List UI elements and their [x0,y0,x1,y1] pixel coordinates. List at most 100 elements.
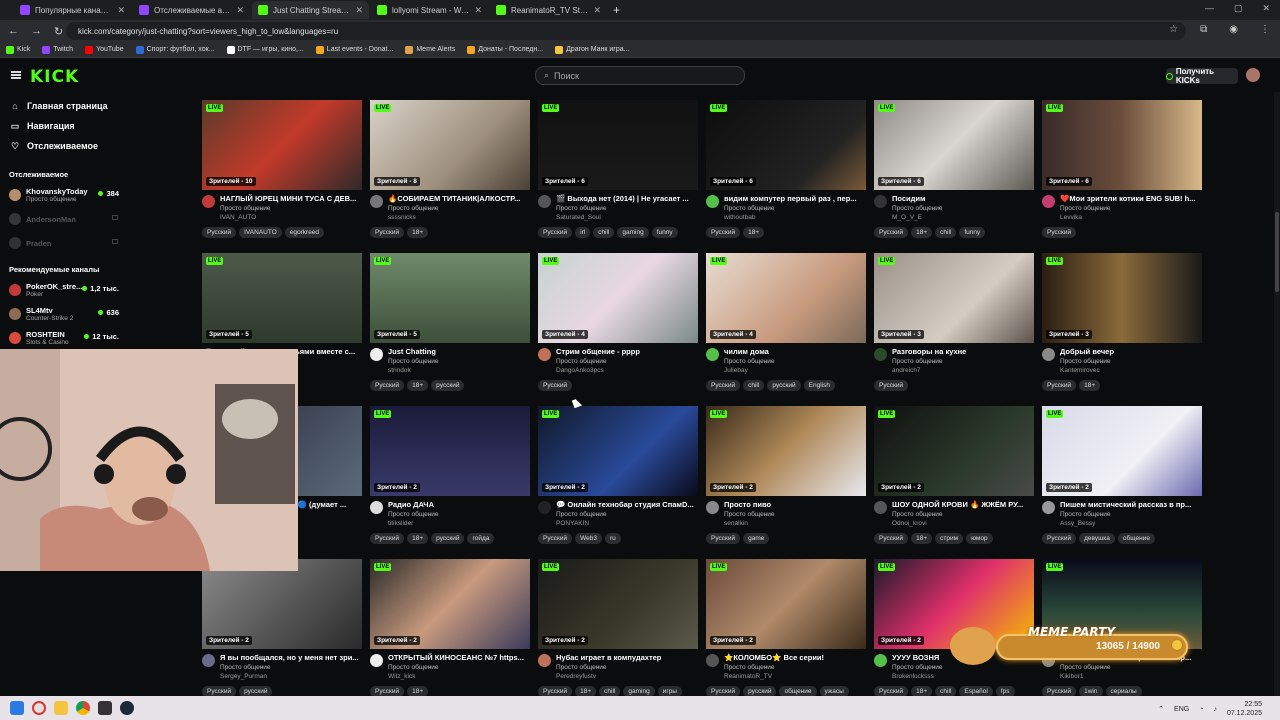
stream-card[interactable]: LIVE Зрителей - 2 ОТКРЫТЫЙ КИНОСЕАНС №7 ht… [370,559,530,697]
stream-title[interactable]: Нубас играет в компудахтер [556,653,696,662]
stream-card[interactable]: LIVE Зрителей - 2 Пишем мистический расска… [1042,406,1202,544]
channel-name[interactable]: withoutbab [724,214,864,221]
channel-avatar[interactable] [874,654,887,667]
channel-avatar[interactable] [1042,501,1055,514]
tag-chip[interactable]: юмор [966,533,993,544]
channel-avatar[interactable] [1042,348,1055,361]
channel-name[interactable]: senalkin [724,520,864,527]
stream-thumbnail[interactable]: LIVE Зрителей - 5 [370,253,530,343]
channel-avatar[interactable] [538,501,551,514]
stream-thumbnail[interactable]: LIVE Зрителей - 8 [370,100,530,190]
stream-title[interactable]: Just Chatting [388,347,528,356]
stream-category[interactable]: Просто общение [388,358,528,365]
tag-chip[interactable]: Русский [370,227,405,238]
stream-card[interactable]: LIVE Зрителей - 4 чилим дома Просто общение… [706,253,866,391]
sidebar-nav-item[interactable]: ♡ Отслеживаемое [0,136,130,156]
file-explorer-icon[interactable] [54,701,68,715]
channel-avatar[interactable] [874,501,887,514]
bookmark-item[interactable]: Last events - Donat... [315,45,393,54]
stream-thumbnail[interactable]: LIVE Зрителей - 2 [1042,406,1202,496]
stream-title[interactable]: НАГЛЫЙ ЮРЕЦ МИНИ ТУСА С ДЕВ... [220,194,360,203]
channel-name[interactable]: strindok [388,367,528,374]
tag-chip[interactable]: chill [743,380,765,391]
tag-chip[interactable]: гойда [467,533,495,544]
channel-avatar[interactable] [706,195,719,208]
stream-category[interactable]: Просто общение [556,511,696,518]
tag-chip[interactable]: 18+ [743,227,765,238]
tray-chevron-icon[interactable]: ⌃ [1158,705,1164,713]
stream-category[interactable]: Просто общение [892,511,1032,518]
tag-chip[interactable]: funny [651,227,678,238]
stream-title[interactable]: чилим дома [724,347,864,356]
bookmark-item[interactable]: Спорт: футбол, хок... [135,45,215,54]
channel-name[interactable]: ssssnicks [388,214,528,221]
forward-icon[interactable]: → [31,25,42,37]
stream-card[interactable]: LIVE Зрителей - 6 Посидим Просто общение M_O… [874,100,1034,238]
stream-card[interactable]: LIVE Зрителей - 4 Стрим общение - рррр Прос… [538,253,698,391]
stream-category[interactable]: Просто общение [724,511,864,518]
stream-title[interactable]: Разговоры на кухне [892,347,1032,356]
tag-chip[interactable]: Русский [1042,227,1077,238]
kick-logo[interactable]: KICK [30,67,79,87]
stream-thumbnail[interactable]: LIVE Зрителей - 3 [1042,253,1202,343]
stream-category[interactable]: Просто общение [388,511,528,518]
stream-thumbnail[interactable]: LIVE Зрителей - 3 [874,253,1034,343]
stream-thumbnail[interactable]: LIVE Зрителей - 6 [538,100,698,190]
stream-card[interactable]: LIVE Зрителей - 6 🎬 Выхода нет (2014) | Не… [538,100,698,238]
stream-category[interactable]: Просто общение [1060,664,1200,671]
tag-chip[interactable]: Русский [874,227,909,238]
stream-category[interactable]: Просто общение [892,205,1032,212]
bookmark-item[interactable]: DTF — игры, кино,... [226,45,304,54]
stream-category[interactable]: Просто общение [1060,205,1200,212]
channel-avatar[interactable] [706,501,719,514]
tag-chip[interactable]: 18+ [407,533,429,544]
stream-category[interactable]: Просто общение [556,205,696,212]
stream-title[interactable]: ШОУ ОДНОЙ КРОВИ 🔥 ЖЖЁМ РУ... [892,500,1032,509]
stream-card[interactable]: LIVE Зрителей - 3 Разговоры на кухне Просто… [874,253,1034,391]
sidebar-channel[interactable]: AndersonMan [0,207,130,231]
tag-chip[interactable]: egorkreed [284,227,325,238]
tag-chip[interactable]: 18+ [407,227,429,238]
tag-chip[interactable]: 18+ [911,533,933,544]
stream-category[interactable]: Просто общение [892,664,1032,671]
stream-category[interactable]: Просто общение [1060,358,1200,365]
tag-chip[interactable]: Русский [874,533,909,544]
stream-category[interactable]: Просто общение [220,205,360,212]
bookmark-item[interactable]: Драгон Манк игра... [555,45,629,54]
bookmark-item[interactable]: Kick [6,45,30,54]
channel-avatar[interactable] [706,654,719,667]
tag-chip[interactable]: English [803,380,835,391]
menu-burger-icon[interactable] [11,71,21,79]
stream-category[interactable]: Просто общение [892,358,1032,365]
stream-card[interactable]: LIVE Зрителей - 6 ❤️Мои зрители котики ENG… [1042,100,1202,238]
channel-avatar[interactable] [370,195,383,208]
stream-title[interactable]: 💬 Онлайн технобар студия СпамD... [556,500,696,509]
stream-card[interactable]: LIVE Зрителей - 2 💬 Онлайн технобар студия… [538,406,698,544]
sidebar-channel[interactable]: PokerOK_stre... Poker 1,2 тыс. [0,278,130,302]
stream-thumbnail[interactable]: LIVE Зрителей - 2 [706,559,866,649]
channel-avatar[interactable] [370,348,383,361]
stream-title[interactable]: 🔥СОБИРАЕМ ТИТАНИК|АЛКОСТР... [388,194,528,203]
stream-category[interactable]: Просто общение [1060,511,1200,518]
channel-avatar[interactable] [874,195,887,208]
stream-category[interactable]: Просто общение [388,664,528,671]
stream-card[interactable]: LIVE Зрителей - 10 НАГЛЫЙ ЮРЕЦ МИНИ ТУСА С… [202,100,362,238]
channel-name[interactable]: Odnoi_krovi [892,520,1032,527]
tab-close-icon[interactable]: ✕ [474,5,482,16]
stream-thumbnail[interactable]: LIVE Зрителей - 2 [538,559,698,649]
stream-card[interactable]: LIVE Зрителей - 5 Just Chatting Просто обще… [370,253,530,391]
stream-card[interactable]: LIVE Зрителей - 2 ⭐КОЛОМБО⭐ Все серии! Прос… [706,559,866,697]
close-window-button[interactable]: ✕ [1262,3,1270,14]
channel-name[interactable]: Juliebay [724,367,864,374]
stream-title[interactable]: 🎬 Выхода нет (2014) | Не угасает ... [556,194,696,203]
sidebar-channel[interactable]: KhovanskyToday Просто общение 384 [0,183,130,207]
stream-category[interactable]: Просто общение [220,664,360,671]
stream-category[interactable]: Просто общение [556,358,696,365]
bookmark-item[interactable]: Meme Alerts [405,45,455,54]
channel-avatar[interactable] [370,501,383,514]
stream-title[interactable]: ⭐КОЛОМБО⭐ Все серии! [724,653,864,662]
sidebar-channel[interactable]: ROSHTEIN Slots & Casino 12 тыс. [0,326,130,350]
profile-icon[interactable]: ◉ [1229,24,1238,35]
bookmark-star-icon[interactable]: ☆ [1169,24,1178,35]
maximize-button[interactable]: ▢ [1234,3,1243,14]
